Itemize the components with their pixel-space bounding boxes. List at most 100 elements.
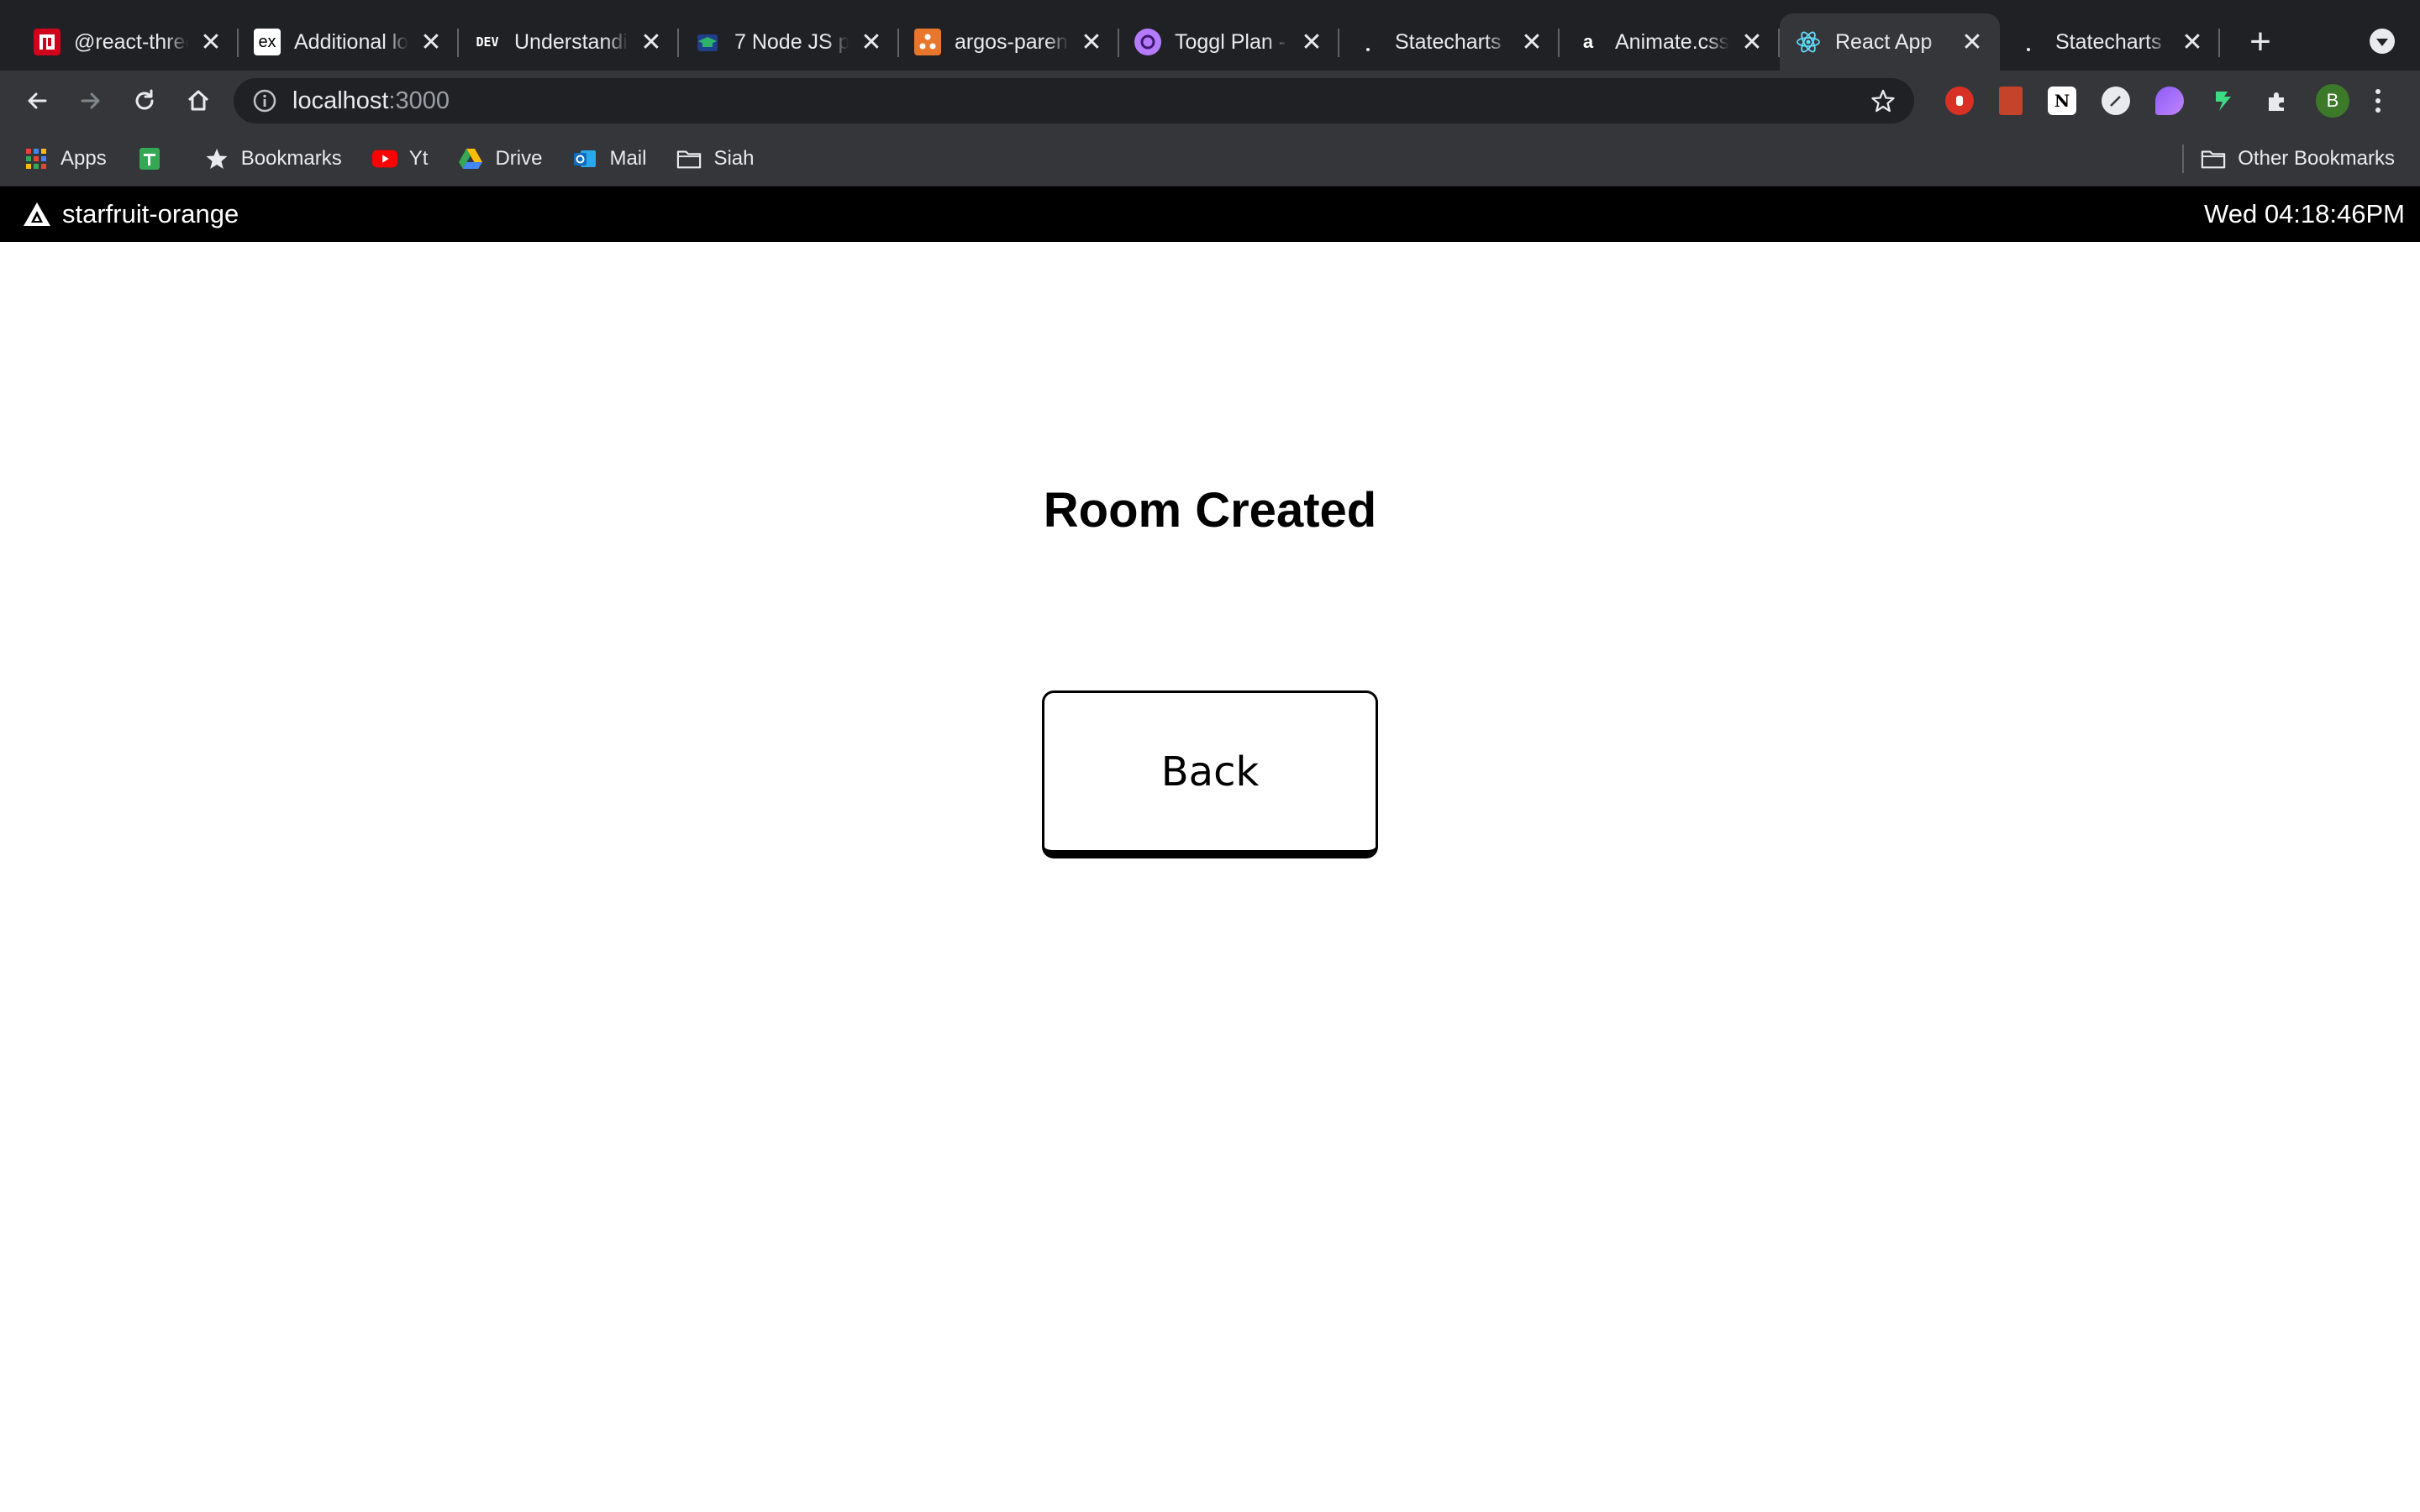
tab-title: Animate.css xyxy=(1615,29,1729,54)
bookmark-label: Yt xyxy=(408,146,429,170)
browser-chrome: @react-three ✕ ex Additional lo ✕ DEV Un… xyxy=(0,0,2420,242)
tab-search-icon[interactable] xyxy=(2370,29,2395,54)
statecharts-icon xyxy=(1355,29,1381,55)
react-icon xyxy=(1795,29,1822,55)
tab-argos[interactable]: argos-parent ✕ xyxy=(899,13,1119,71)
purple-extension-icon[interactable] xyxy=(2155,87,2184,115)
close-icon[interactable]: ✕ xyxy=(198,29,224,56)
more-menu-icon[interactable] xyxy=(2361,84,2395,118)
tab-react-app[interactable]: React App ✕ xyxy=(1780,13,2000,71)
tab-title: Additional lo xyxy=(294,29,408,54)
bookmark-bookmarks[interactable]: Bookmarks xyxy=(204,146,342,171)
new-tab-button[interactable]: + xyxy=(2237,18,2284,66)
star-icon xyxy=(204,146,229,171)
info-icon[interactable] xyxy=(252,88,277,113)
animate-icon: a xyxy=(1582,31,1594,52)
close-icon[interactable]: ✕ xyxy=(859,29,884,56)
bookmark-mail[interactable]: Mail xyxy=(572,146,646,171)
tab-title: Statecharts xyxy=(1395,29,1502,54)
outlook-icon xyxy=(572,146,597,171)
folder-icon xyxy=(2201,146,2226,171)
other-bookmarks-group: Other Bookmarks xyxy=(2182,131,2395,186)
bookmark-star-icon[interactable] xyxy=(1870,88,1896,113)
tab-understanding[interactable]: DEV Understandin ✕ xyxy=(459,13,679,71)
tab-title: Statecharts xyxy=(2055,29,2162,54)
close-icon[interactable]: ✕ xyxy=(1739,29,1765,56)
puzzle-extensions-icon[interactable] xyxy=(2263,87,2291,115)
toggl-icon xyxy=(1134,29,1161,55)
close-icon[interactable]: ✕ xyxy=(1519,29,1544,56)
browser-toolbar: localhost:3000 N B xyxy=(0,71,2420,131)
home-icon[interactable] xyxy=(173,76,224,126)
close-icon[interactable]: ✕ xyxy=(1960,29,1985,56)
tab-title: Understandin xyxy=(514,29,629,54)
bookmark-label: Mail xyxy=(609,146,647,170)
bookmark-label: Siah xyxy=(713,146,755,170)
adblock-extension-icon[interactable] xyxy=(1945,87,1974,115)
bookmark-sheets[interactable] xyxy=(137,146,174,171)
book-extension-icon[interactable] xyxy=(1999,87,2023,115)
close-icon[interactable]: ✕ xyxy=(1079,29,1104,56)
tab-toggl[interactable]: Toggl Plan - ✕ xyxy=(1119,13,1339,71)
tab-title: @react-three xyxy=(74,29,188,54)
close-icon[interactable]: ✕ xyxy=(418,29,444,56)
brand-logo-icon xyxy=(22,201,52,228)
bookmark-apps[interactable]: Apps xyxy=(24,146,107,171)
react-three-icon xyxy=(34,29,60,55)
back-arrow-icon[interactable] xyxy=(12,76,62,126)
bookmark-drive[interactable]: Drive xyxy=(458,146,542,171)
brand-name: starfruit-orange xyxy=(62,199,239,228)
graduation-cap-icon xyxy=(694,29,721,55)
profile-avatar[interactable]: B xyxy=(2316,84,2349,118)
tab-title: Toggl Plan - xyxy=(1175,29,1286,54)
feather-extension-icon[interactable] xyxy=(2102,87,2130,115)
tab-separator xyxy=(2218,29,2220,57)
tab-statecharts-2[interactable]: Statecharts ✕ xyxy=(2000,13,2220,71)
brand: starfruit-orange xyxy=(22,199,239,229)
green-extension-icon[interactable] xyxy=(2209,87,2238,115)
dev-icon: DEV xyxy=(474,29,501,55)
forward-arrow-icon[interactable] xyxy=(66,76,116,126)
tab-title: React App xyxy=(1835,29,1933,54)
app-header: starfruit-orange Wed 04:18:46PM xyxy=(0,186,2420,242)
ex-icon: ex xyxy=(254,29,281,55)
youtube-icon xyxy=(371,146,397,171)
main-content: Room Created Back xyxy=(0,242,2420,1512)
url-host: localhost xyxy=(292,87,389,114)
other-bookmarks[interactable]: Other Bookmarks xyxy=(2201,146,2395,171)
bookmark-youtube[interactable]: Yt xyxy=(371,146,429,171)
tab-additional[interactable]: ex Additional lo ✕ xyxy=(239,13,459,71)
statecharts-icon xyxy=(2015,29,2042,55)
page-title: Room Created xyxy=(1043,483,1377,538)
tab-strip: @react-three ✕ ex Additional lo ✕ DEV Un… xyxy=(0,0,2420,71)
clock: Wed 04:18:46PM xyxy=(2204,199,2405,228)
close-icon[interactable]: ✕ xyxy=(639,29,664,56)
folder-icon xyxy=(676,146,702,171)
bookmark-folder-siah[interactable]: Siah xyxy=(676,146,755,171)
sheets-icon xyxy=(137,146,162,171)
url-port: :3000 xyxy=(388,87,450,114)
address-url: localhost:3000 xyxy=(292,87,450,115)
apps-grid-icon xyxy=(24,146,49,171)
bookmark-label: Other Bookmarks xyxy=(2238,147,2395,170)
tab-title: 7 Node JS pr xyxy=(734,29,849,54)
tab-node-js[interactable]: 7 Node JS pr ✕ xyxy=(679,13,899,71)
bookmark-label: Drive xyxy=(495,146,543,170)
tab-statecharts[interactable]: Statecharts ✕ xyxy=(1339,13,1560,71)
bookmarks-bar: Apps Bookmarks Yt Drive Mail Siah Other … xyxy=(0,131,2420,186)
argos-icon xyxy=(914,29,941,55)
tab-title: argos-parent xyxy=(955,29,1069,54)
bookmarks-divider xyxy=(2182,144,2185,173)
tab-animate-css[interactable]: a Animate.css ✕ xyxy=(1560,13,1780,71)
back-button[interactable]: Back xyxy=(1042,690,1378,858)
drive-icon xyxy=(458,146,483,171)
bookmark-label: Bookmarks xyxy=(240,146,342,170)
close-icon[interactable]: ✕ xyxy=(1299,29,1324,56)
extensions-row: N B xyxy=(1933,84,2395,118)
reload-icon[interactable] xyxy=(119,76,170,126)
bookmark-label: Apps xyxy=(60,146,107,170)
address-bar[interactable]: localhost:3000 xyxy=(234,78,1914,123)
notion-extension-icon[interactable]: N xyxy=(2048,87,2076,115)
tab-react-three[interactable]: @react-three ✕ xyxy=(18,13,239,71)
close-icon[interactable]: ✕ xyxy=(2180,29,2205,56)
